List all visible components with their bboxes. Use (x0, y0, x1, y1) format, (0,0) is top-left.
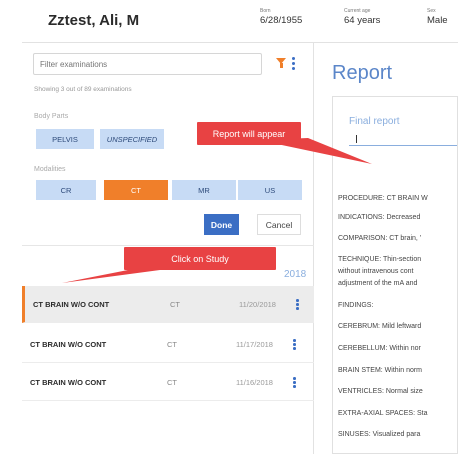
report-line: PROCEDURE: CT BRAIN W (338, 195, 428, 202)
age-value: 64 years (344, 15, 381, 26)
born-value: 6/28/1955 (260, 15, 303, 26)
sex-value: Male (427, 15, 448, 26)
patient-name: Zztest, Ali, M (48, 12, 140, 29)
modalities-label: Modalities (34, 166, 66, 173)
tab-underline (349, 145, 457, 146)
report-line: COMPARISON: CT brain, ' (338, 235, 422, 242)
age-label: Current age (344, 8, 371, 14)
study-modality: CT (167, 377, 177, 387)
done-button[interactable]: Done (204, 214, 239, 235)
sex-field: Sex Male (427, 8, 448, 26)
filter-input[interactable] (33, 53, 262, 75)
modality-chip-cr[interactable]: CR (36, 180, 96, 200)
study-row[interactable]: CT BRAIN W/O CONT CT 11/17/2018 (22, 326, 314, 363)
study-row[interactable]: CT BRAIN W/O CONT CT 11/16/2018 (22, 364, 314, 401)
report-will-appear-callout: Report will appear (197, 122, 301, 145)
born-label: Born (260, 8, 271, 14)
divider (22, 245, 314, 246)
report-line: CEREBRUM: Mild leftward (338, 323, 422, 330)
study-date: 11/20/2018 (239, 299, 276, 309)
report-line: BRAIN STEM: Within norm (338, 367, 423, 374)
study-modality: CT (170, 299, 180, 309)
report-title: Report (332, 62, 393, 84)
year-heading: 2018 (284, 269, 307, 280)
modality-chip-ct[interactable]: CT (104, 180, 168, 200)
report-line: SINUSES: Visualized para (338, 431, 421, 438)
text-cursor-icon (356, 135, 357, 143)
row-menu-icon[interactable] (296, 299, 299, 311)
body-part-chip-unspecified[interactable]: UNSPECIFIED (100, 129, 164, 149)
age-field: Current age 64 years (344, 8, 380, 26)
report-line: without intravenous cont (338, 268, 414, 275)
study-row[interactable]: CT BRAIN W/O CONT CT 11/20/2018 (22, 286, 314, 323)
report-line: CEREBELLUM: Within nor (338, 345, 421, 352)
cancel-button[interactable]: Cancel (257, 214, 301, 235)
body-parts-label: Body Parts (34, 113, 69, 120)
report-line: FINDINGS: (338, 302, 374, 309)
report-panel: Final report PROCEDURE: CT BRAIN W INDIC… (332, 96, 458, 454)
report-line: VENTRICLES: Normal size (338, 388, 423, 395)
study-name: CT BRAIN W/O CONT (30, 377, 107, 387)
modality-chip-mr[interactable]: MR (172, 180, 236, 200)
report-line: INDICATIONS: Decreased (338, 214, 421, 221)
row-menu-icon[interactable] (293, 339, 296, 351)
row-menu-icon[interactable] (293, 377, 296, 389)
more-options-icon[interactable] (292, 57, 296, 71)
click-on-study-callout: Click on Study (124, 247, 276, 270)
sex-label: Sex (427, 8, 436, 14)
study-name: CT BRAIN W/O CONT (30, 339, 107, 349)
study-modality: CT (167, 339, 177, 349)
report-line: EXTRA-AXIAL SPACES: Sta (338, 410, 428, 417)
born-field: Born 6/28/1955 (260, 8, 302, 26)
study-date: 11/16/2018 (236, 377, 273, 387)
study-name: CT BRAIN W/O CONT (33, 299, 110, 309)
final-report-tab[interactable]: Final report (349, 116, 400, 127)
modality-chip-us[interactable]: US (238, 180, 302, 200)
study-date: 11/17/2018 (236, 339, 273, 349)
showing-count: Showing 3 out of 89 examinations (34, 86, 132, 93)
body-part-chip-pelvis[interactable]: PELVIS (36, 129, 94, 149)
filter-icon[interactable] (276, 58, 286, 68)
report-line: adjustment of the mA and (338, 280, 418, 287)
patient-header: Zztest, Ali, M Born 6/28/1955 Current ag… (22, 0, 458, 43)
report-line: TECHNIQUE: Thin-section (338, 256, 422, 263)
